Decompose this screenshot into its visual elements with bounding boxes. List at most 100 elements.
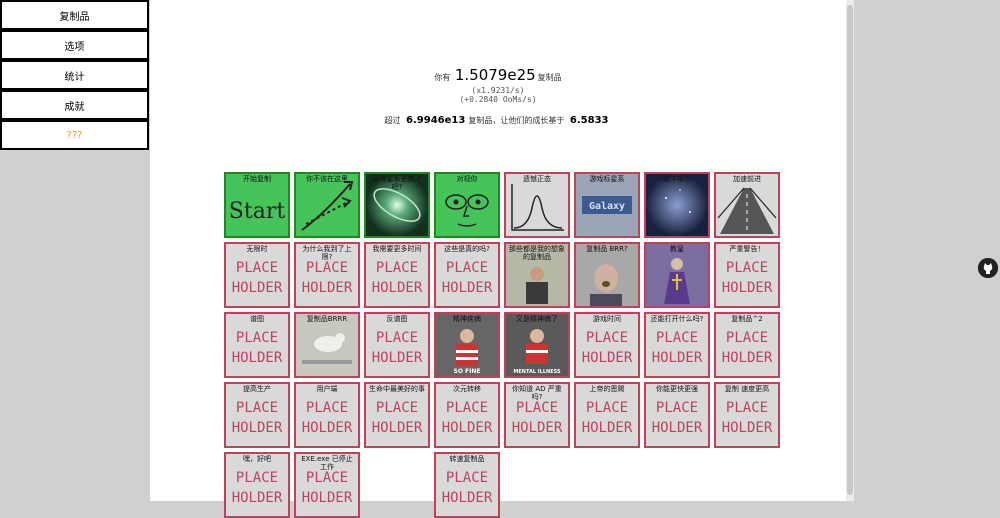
upgrade-tile[interactable]: PLACE HOLDER 你能更快更强 [644, 382, 710, 448]
placeholder-line-2: HOLDER [231, 420, 283, 436]
placeholder-line-2: HOLDER [301, 490, 353, 506]
exceed-value: 6.9946e13 [406, 115, 466, 126]
upgrade-name: 提高生产 [243, 385, 271, 393]
placeholder-line-2: HOLDER [441, 490, 493, 506]
upgrade-name: 严重警告！ [729, 245, 765, 253]
upgrade-name: 游戏时间 [593, 315, 621, 323]
upgrade-name: 遗憾正态 [523, 175, 551, 183]
placeholder-art: PLACE HOLDER [226, 328, 288, 368]
upgrade-tile[interactable]: Galaxy 游戏标星系 [574, 172, 640, 238]
placeholder-line-2: HOLDER [581, 350, 633, 366]
upgrade-tile[interactable]: 那些都是我的想象的复制品 [504, 242, 570, 308]
upgrade-tile[interactable]: PLACE HOLDER 严重警告！ [714, 242, 780, 308]
nav-options-button[interactable]: 选项 [0, 30, 149, 60]
start-art-text: Start [229, 199, 286, 224]
placeholder-line-1: PLACE [585, 330, 629, 346]
placeholder-art: PLACE HOLDER [716, 258, 778, 298]
upgrade-name: 我需要更多时间 [372, 245, 422, 253]
upgrade-tile[interactable]: PLACE HOLDER 转速复制品 [434, 452, 500, 518]
placeholder-art: PLACE HOLDER [296, 258, 358, 298]
upgrade-tile[interactable]: PLACE HOLDER 游戏时间 [574, 312, 640, 378]
placeholder-line-2: HOLDER [231, 350, 283, 366]
upgrade-tile[interactable]: 对视你 [434, 172, 500, 238]
placeholder-art: PLACE HOLDER [646, 328, 708, 368]
upgrade-name: 这些是真的吗? [444, 245, 490, 253]
placeholder-line-2: HOLDER [511, 420, 563, 436]
placeholder-line-1: PLACE [375, 330, 419, 346]
placeholder-line-1: PLACE [375, 260, 419, 276]
upgrade-name: 加速前进 [733, 175, 761, 183]
placeholder-art: PLACE HOLDER [226, 258, 288, 298]
upgrade-tile[interactable]: PLACE HOLDER 嘿，好吧 [224, 452, 290, 518]
upgrade-name: 获得星系更快了吧? [372, 175, 422, 191]
upgrade-tile[interactable]: PLACE HOLDER 无限时 [224, 242, 290, 308]
placeholder-line-2: HOLDER [371, 350, 423, 366]
nav-replicanti-button[interactable]: 复制品 [0, 0, 149, 30]
upgrade-name: 对视你 [456, 175, 478, 183]
nav-statistics-button[interactable]: 统计 [0, 60, 149, 90]
upgrade-tile[interactable]: PLACE HOLDER 谱图 [224, 312, 290, 378]
placeholder-line-1: PLACE [725, 330, 769, 346]
upgrade-tile[interactable]: PLACE HOLDER 生命中最美好的事 [364, 382, 430, 448]
placeholder-line-2: HOLDER [441, 280, 493, 296]
upgrade-tile[interactable]: PLACE HOLDER 为什么我到了上限? [294, 242, 360, 308]
upgrade-name: 复制 速度更高 [724, 385, 770, 393]
placeholder-art: PLACE HOLDER [296, 398, 358, 438]
placeholder-line-1: PLACE [725, 400, 769, 416]
upgrade-tile[interactable]: 遗憾正态 [504, 172, 570, 238]
placeholder-art: PLACE HOLDER [716, 398, 778, 438]
exceed-mid: 复制品，让他们的成长基于 [468, 116, 565, 125]
upgrade-tile[interactable]: 缓冲银心 [644, 172, 710, 238]
galaxy-sign-text: Galaxy [589, 201, 625, 212]
placeholder-art: PLACE HOLDER [506, 398, 568, 438]
scrollbar-thumb[interactable] [847, 5, 853, 495]
placeholder-line-2: HOLDER [651, 420, 703, 436]
upgrade-tile[interactable]: 教皇 [644, 242, 710, 308]
upgrade-name: 转速复制品 [449, 455, 485, 463]
placeholder-line-1: PLACE [655, 400, 699, 416]
placeholder-art: PLACE HOLDER [226, 398, 288, 438]
upgrade-name: 用户端 [316, 385, 338, 393]
upgrade-tile[interactable]: PLACE HOLDER 我需要更多时间 [364, 242, 430, 308]
upgrade-tile[interactable]: 获得星系更快了吧? [364, 172, 430, 238]
exceed-prefix: 超过 [384, 116, 401, 125]
placeholder-line-1: PLACE [235, 400, 279, 416]
upgrade-name: 你知道 AD 严重吗? [512, 385, 562, 401]
upgrade-tile[interactable]: PLACE HOLDER EXE.exe 已停止工作 [294, 452, 360, 518]
upgrade-tile[interactable]: 加速前进 [714, 172, 780, 238]
upgrade-name: 反谱图 [386, 315, 408, 323]
upgrade-tile[interactable]: PLACE HOLDER 还能打开什么吗? [644, 312, 710, 378]
placeholder-art: PLACE HOLDER [296, 468, 358, 508]
placeholder-art: PLACE HOLDER [226, 468, 288, 508]
upgrade-tile[interactable]: 复制品 BRR? [574, 242, 640, 308]
github-icon[interactable] [978, 258, 998, 278]
upgrade-tile[interactable]: PLACE HOLDER 复制 速度更高 [714, 382, 780, 448]
upgrade-name: 无限时 [246, 245, 268, 253]
upgrade-tile[interactable]: PLACE HOLDER 这些是真的吗? [434, 242, 500, 308]
upgrade-tile[interactable]: Start 开始复制 [224, 172, 290, 238]
upgrade-tile[interactable]: PLACE HOLDER 你知道 AD 严重吗? [504, 382, 570, 448]
placeholder-art: PLACE HOLDER [576, 398, 638, 438]
placeholder-line-2: HOLDER [231, 490, 283, 506]
placeholder-line-1: PLACE [305, 470, 349, 486]
upgrade-tile[interactable]: PLACE HOLDER 上帝的恩赐 [574, 382, 640, 448]
upgrade-name: 开始复制 [243, 175, 271, 183]
placeholder-line-2: HOLDER [301, 420, 353, 436]
nav-secret-button[interactable]: ??? [0, 120, 149, 150]
upgrade-tile[interactable]: PLACE HOLDER 提高生产 [224, 382, 290, 448]
upgrade-name: 游戏标星系 [589, 175, 625, 183]
nav-achievements-button[interactable]: 成就 [0, 90, 149, 120]
upgrade-tile[interactable]: 你不该在这里 [294, 172, 360, 238]
upgrade-tile[interactable]: 复制品BRRR [294, 312, 360, 378]
placeholder-line-1: PLACE [445, 260, 489, 276]
upgrade-tile[interactable]: PLACE HOLDER 反谱图 [364, 312, 430, 378]
placeholder-line-1: PLACE [235, 260, 279, 276]
growth-base: 6.5833 [569, 115, 609, 126]
upgrade-tile[interactable]: SO FINE 精神疾病 [434, 312, 500, 378]
upgrade-tile[interactable]: PLACE HOLDER 次元转移 [434, 382, 500, 448]
upgrade-name: 嘿，好吧 [243, 455, 271, 463]
upgrade-tile[interactable]: MENTAL ILLNESS 又是精神病了 [504, 312, 570, 378]
placeholder-art: PLACE HOLDER [436, 258, 498, 298]
upgrade-tile[interactable]: PLACE HOLDER 复制品^2 [714, 312, 780, 378]
upgrade-tile[interactable]: PLACE HOLDER 用户端 [294, 382, 360, 448]
